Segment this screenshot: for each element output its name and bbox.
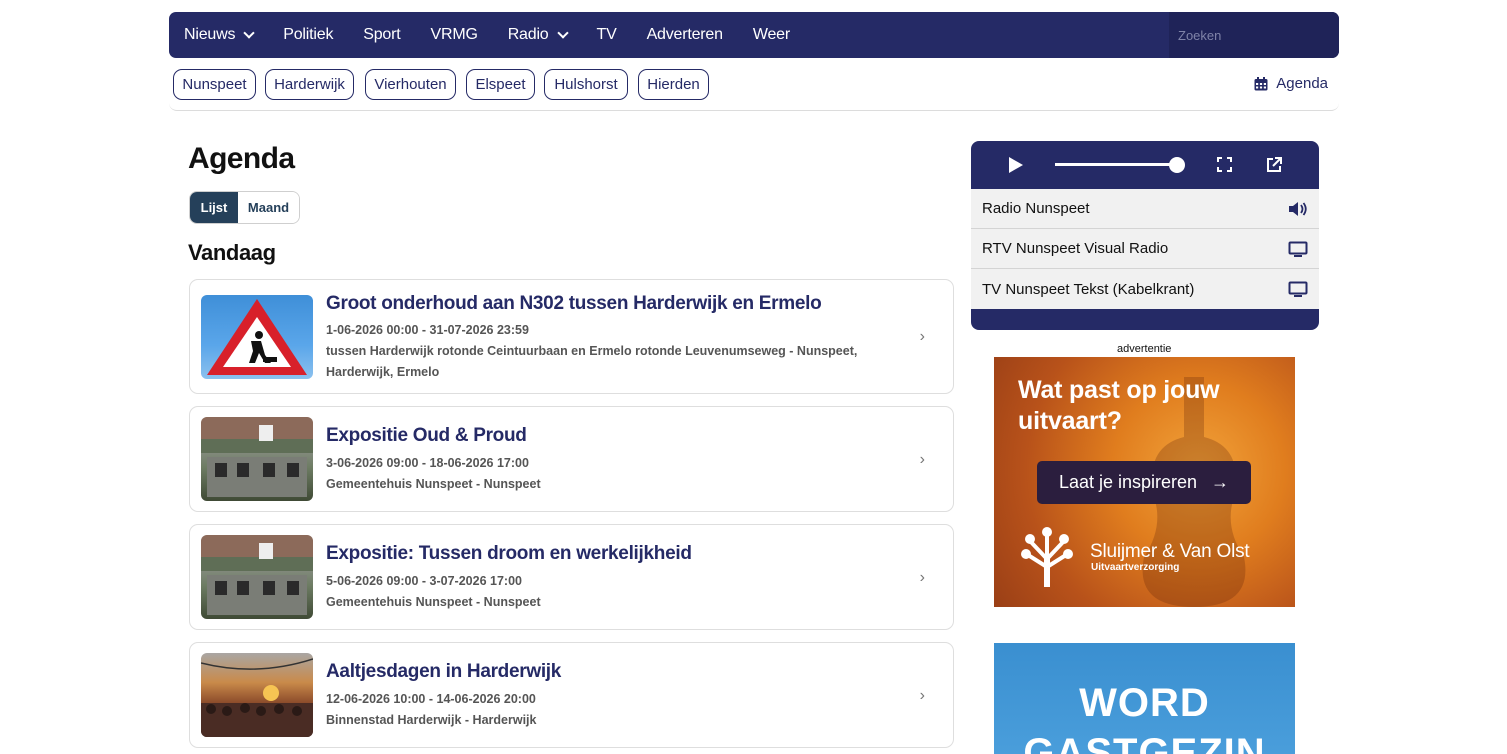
event-card[interactable]: Aaltjesdagen in Harderwijk 12-06-2026 10… bbox=[189, 642, 954, 748]
event-dates: 1-06-2026 00:00 - 31-07-2026 23:59 bbox=[326, 323, 529, 337]
view-month-button[interactable]: Maand bbox=[238, 192, 299, 223]
event-dates: 3-06-2026 09:00 - 18-06-2026 17:00 bbox=[326, 456, 529, 470]
event-location: Binnenstad Harderwijk - Harderwijk bbox=[326, 713, 537, 727]
nav-label: TV bbox=[596, 26, 617, 43]
nav-label: Radio bbox=[507, 26, 549, 43]
search-input[interactable] bbox=[1169, 12, 1339, 58]
monitor-icon bbox=[1288, 281, 1308, 297]
channel-item-tv-tekst[interactable]: TV Nunspeet Tekst (Kabelkrant) bbox=[971, 269, 1319, 309]
channel-item-radio[interactable]: Radio Nunspeet bbox=[971, 189, 1319, 229]
place-pill-vierhouten[interactable]: Vierhouten bbox=[365, 69, 456, 100]
nav-item-vrmg[interactable]: VRMG bbox=[416, 12, 493, 58]
ad-banner-uitvaart[interactable]: Wat past op jouw uitvaart? Laat je inspi… bbox=[994, 357, 1295, 607]
ad-headline: Wat past op jouw uitvaart? bbox=[1018, 376, 1220, 435]
main-nav: Nieuws Politiek Sport VRMG Radio TV Adve… bbox=[169, 12, 1339, 58]
event-thumbnail bbox=[201, 653, 313, 737]
event-title: Expositie: Tussen droom en werkelijkheid bbox=[326, 543, 692, 564]
chevron-right-icon: › bbox=[919, 328, 925, 345]
nav-label: Weer bbox=[752, 26, 790, 43]
ad-brand-sub: Uitvaartverzorging bbox=[1091, 562, 1180, 573]
town-hall-image bbox=[201, 417, 313, 497]
nav-label: Adverteren bbox=[646, 26, 723, 43]
event-dates: 5-06-2026 09:00 - 3-07-2026 17:00 bbox=[326, 574, 522, 588]
event-title: Groot onderhoud aan N302 tussen Harderwi… bbox=[326, 293, 822, 314]
event-title: Aaltjesdagen in Harderwijk bbox=[326, 661, 562, 682]
chevron-right-icon: › bbox=[919, 569, 925, 586]
speaker-icon bbox=[1289, 201, 1307, 216]
town-hall-image bbox=[201, 535, 313, 615]
ad2-line2: GASTGEZIN bbox=[1023, 731, 1266, 754]
event-thumbnail bbox=[201, 417, 313, 501]
channel-name: TV Nunspeet Tekst (Kabelkrant) bbox=[982, 280, 1195, 298]
nav-item-adverteren[interactable]: Adverteren bbox=[632, 12, 738, 58]
ad-cta-button[interactable]: Laat je inspireren → bbox=[1037, 461, 1251, 504]
festival-crowd-image bbox=[201, 658, 313, 737]
volume-slider-track[interactable] bbox=[1055, 163, 1177, 166]
place-pill-hulshorst[interactable]: Hulshorst bbox=[544, 69, 628, 100]
channel-name: Radio Nunspeet bbox=[982, 200, 1090, 217]
event-dates: 12-06-2026 10:00 - 14-06-2026 20:00 bbox=[326, 692, 536, 706]
place-pill-harderwijk[interactable]: Harderwijk bbox=[265, 69, 354, 100]
media-player: Radio Nunspeet RTV Nunspeet Visual Radio… bbox=[971, 141, 1319, 330]
monitor-icon bbox=[1288, 241, 1308, 257]
event-title: Expositie Oud & Proud bbox=[326, 425, 527, 446]
agenda-link-label: Agenda bbox=[1276, 75, 1328, 92]
chevron-down-icon bbox=[556, 26, 569, 39]
nav-item-tv[interactable]: TV bbox=[582, 12, 632, 58]
event-card[interactable]: Expositie Oud & Proud 3-06-2026 09:00 - … bbox=[189, 406, 954, 512]
page-title: Agenda bbox=[188, 142, 295, 175]
place-pill-nunspeet[interactable]: Nunspeet bbox=[173, 69, 256, 100]
event-location: Gemeentehuis Nunspeet - Nunspeet bbox=[326, 477, 541, 491]
ad-label: advertentie bbox=[1117, 343, 1172, 355]
nav-label: Nieuws bbox=[184, 26, 236, 43]
section-title: Vandaag bbox=[188, 240, 276, 265]
play-icon[interactable] bbox=[1009, 157, 1023, 173]
chevron-down-icon bbox=[243, 26, 255, 39]
view-list-button[interactable]: Lijst bbox=[190, 192, 238, 223]
channel-name: RTV Nunspeet Visual Radio bbox=[982, 240, 1169, 257]
channel-list: Radio Nunspeet RTV Nunspeet Visual Radio… bbox=[971, 189, 1319, 309]
nav-item-sport[interactable]: Sport bbox=[348, 12, 415, 58]
place-pill-elspeet[interactable]: Elspeet bbox=[466, 69, 535, 100]
location-bar: Nunspeet Harderwijk Vierhouten Elspeet H… bbox=[169, 60, 1339, 111]
volume-slider-handle[interactable] bbox=[1169, 157, 1185, 173]
event-location: Gemeentehuis Nunspeet - Nunspeet bbox=[326, 595, 541, 609]
chevron-right-icon: › bbox=[919, 687, 925, 704]
arrow-right-icon: → bbox=[1211, 472, 1230, 492]
place-pill-hierden[interactable]: Hierden bbox=[638, 69, 709, 100]
chevron-right-icon: › bbox=[919, 451, 925, 468]
event-card[interactable]: Expositie: Tussen droom en werkelijkheid… bbox=[189, 524, 954, 630]
event-thumbnail bbox=[201, 295, 313, 379]
ad-banner-gastgezin[interactable]: WORD GASTGEZIN bbox=[994, 643, 1295, 754]
ad-cta-label: Laat je inspireren bbox=[1058, 472, 1198, 492]
nav-item-nieuws[interactable]: Nieuws bbox=[169, 12, 268, 58]
agenda-link[interactable]: Agenda bbox=[1254, 75, 1328, 92]
calendar-icon bbox=[1254, 76, 1268, 90]
nav-item-weer[interactable]: Weer bbox=[738, 12, 805, 58]
popout-icon[interactable] bbox=[1265, 156, 1283, 174]
event-thumbnail bbox=[201, 535, 313, 619]
ad2-line1: WORD bbox=[1079, 681, 1210, 725]
nav-label: Politiek bbox=[283, 26, 334, 43]
view-toggle: Lijst Maand bbox=[189, 191, 300, 224]
event-location: tussen Harderwijk rotonde Ceintuurbaan e… bbox=[326, 344, 858, 379]
channel-item-visual-radio[interactable]: RTV Nunspeet Visual Radio bbox=[971, 229, 1319, 269]
tree-logo-icon bbox=[1021, 527, 1073, 587]
nav-item-radio[interactable]: Radio bbox=[493, 12, 582, 58]
player-controls bbox=[971, 141, 1319, 189]
roadworks-sign-image bbox=[207, 299, 307, 375]
nav-label: VRMG bbox=[430, 26, 478, 43]
event-card[interactable]: Groot onderhoud aan N302 tussen Harderwi… bbox=[189, 279, 954, 394]
nav-label: Sport bbox=[363, 26, 401, 43]
ad-brand: Sluijmer & Van Olst bbox=[1090, 541, 1250, 562]
nav-item-politiek[interactable]: Politiek bbox=[268, 12, 348, 58]
fullscreen-icon[interactable] bbox=[1217, 157, 1232, 172]
